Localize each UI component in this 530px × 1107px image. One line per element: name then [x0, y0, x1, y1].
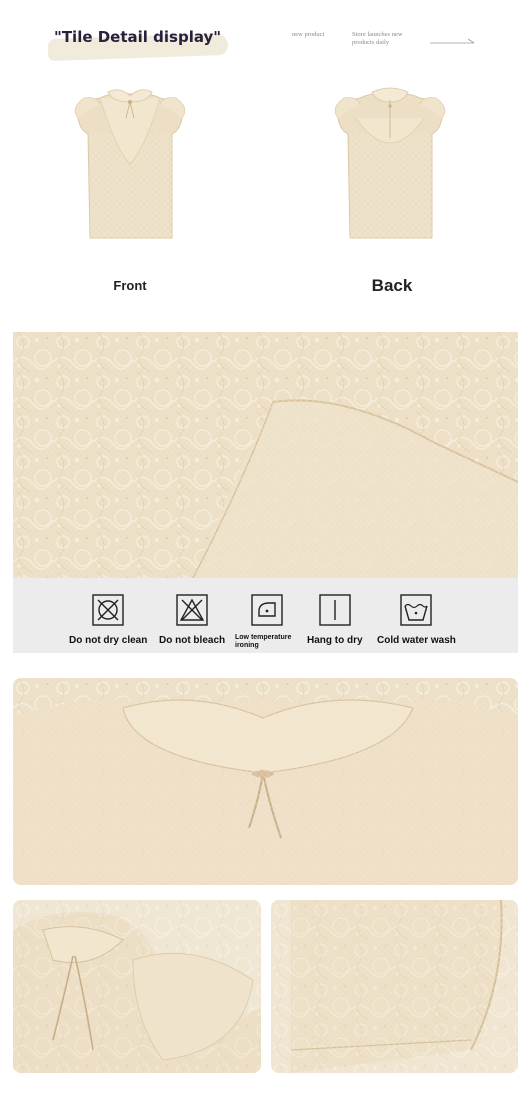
care-item-low-temp-ironing: Low temperature ironing	[235, 594, 299, 650]
care-item-cold-wash: Cold water wash	[377, 594, 456, 646]
hem-detail-photo	[271, 900, 518, 1073]
no-bleach-icon	[176, 594, 208, 626]
care-instructions-band: Do not dry clean Do not bleach Low tempe…	[13, 578, 518, 653]
front-label: Front	[113, 278, 147, 293]
cold-wash-icon	[400, 594, 433, 626]
care-item-hang-dry: Hang to dry	[307, 594, 363, 646]
back-view-garment	[334, 87, 446, 239]
care-label: Hang to dry	[307, 635, 363, 646]
care-label: Do not dry clean	[69, 635, 148, 646]
care-label: Cold water wash	[377, 635, 456, 646]
collar-detail-photo	[13, 678, 518, 885]
section-title: "Tile Detail display"	[54, 28, 222, 46]
care-label: Do not bleach	[159, 635, 226, 646]
sleeve-detail-photo	[13, 900, 261, 1073]
no-dry-clean-icon	[92, 594, 124, 626]
long-arrow-right-icon	[430, 38, 475, 44]
section-title-block: "Tile Detail display"	[40, 18, 240, 64]
low-temp-iron-icon	[251, 594, 283, 626]
lace-closeup-photo	[13, 332, 518, 578]
store-note: Store launches new products daily	[352, 31, 403, 46]
care-label: Low temperature ironing	[235, 634, 292, 649]
new-product-tag: new product	[292, 31, 325, 38]
care-item-no-dry-clean: Do not dry clean	[69, 594, 147, 646]
hang-dry-icon	[319, 594, 351, 626]
back-label: Back	[371, 276, 413, 295]
front-view-garment	[74, 89, 186, 239]
care-item-no-bleach: Do not bleach	[159, 594, 225, 646]
